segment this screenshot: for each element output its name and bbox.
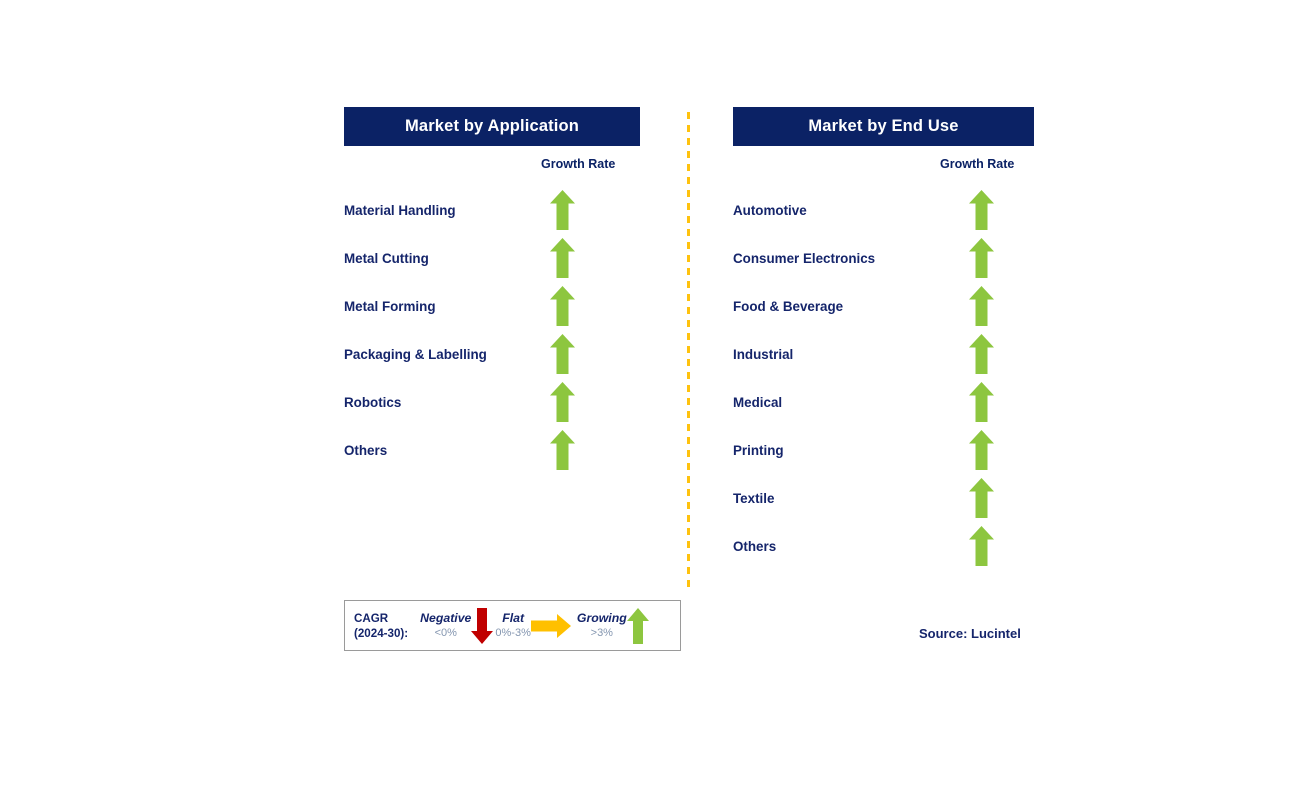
legend-value: 0%-3% (495, 626, 531, 639)
arrow-up-icon (968, 478, 994, 518)
row-label: Robotics (344, 394, 402, 410)
panel-title-market-by-application: Market by Application (344, 107, 640, 146)
arrow-up-icon (549, 238, 575, 278)
cagr-legend: CAGR (2024-30): Negative <0% Flat 0%-3% (344, 600, 681, 651)
arrow-up-icon (968, 190, 994, 230)
arrow-down-icon (471, 607, 494, 644)
list-item[interactable]: Metal Cutting (344, 234, 640, 282)
row-label: Industrial (733, 346, 794, 362)
growth-indicator-cell (534, 430, 590, 470)
arrow-up-icon (968, 334, 994, 374)
legend-title-line2: (2024-30): (354, 626, 409, 640)
arrow-up-icon (968, 286, 994, 326)
legend-title-line1: CAGR (354, 611, 389, 625)
row-label: Medical (733, 394, 783, 410)
legend-growing-text: Growing >3% (577, 611, 627, 641)
growth-indicator-cell (953, 286, 1009, 326)
growth-indicator-cell (953, 190, 1009, 230)
growth-indicator-cell (953, 382, 1009, 422)
growth-indicator-cell (534, 190, 590, 230)
row-label: Textile (733, 490, 775, 506)
end-use-rows-list: Automotive Consumer Electronics Food & B… (733, 186, 1034, 570)
source-note: Source: Lucintel (919, 626, 1021, 641)
growth-indicator-cell (534, 334, 590, 374)
vertical-dashed-divider (687, 112, 690, 588)
row-label: Others (733, 538, 777, 554)
row-label: Metal Forming (344, 298, 436, 314)
legend-item-flat: Flat 0%-3% (495, 611, 571, 641)
arrow-up-icon (626, 607, 649, 644)
arrow-right-icon (530, 613, 571, 638)
panel-title-market-by-end-use: Market by End Use (733, 107, 1034, 146)
row-label: Others (344, 442, 388, 458)
list-item[interactable]: Robotics (344, 378, 640, 426)
legend-value: >3% (590, 626, 613, 639)
legend-label: Negative (420, 610, 472, 625)
arrow-up-icon (549, 430, 575, 470)
growth-indicator-cell (953, 334, 1009, 374)
list-item[interactable]: Food & Beverage (733, 282, 1034, 330)
list-item[interactable]: Printing (733, 426, 1034, 474)
list-item[interactable]: Medical (733, 378, 1034, 426)
legend-negative-text: Negative <0% (420, 611, 471, 641)
growth-indicator-cell (534, 238, 590, 278)
list-item[interactable]: Others (733, 522, 1034, 570)
infographic-canvas: Market by Application Growth Rate Materi… (0, 0, 1304, 799)
legend-item-growing: Growing >3% (577, 607, 649, 644)
row-label: Consumer Electronics (733, 250, 876, 266)
list-item[interactable]: Industrial (733, 330, 1034, 378)
row-label: Automotive (733, 202, 807, 218)
growth-indicator-cell (953, 238, 1009, 278)
list-item[interactable]: Automotive (733, 186, 1034, 234)
arrow-up-icon (549, 382, 575, 422)
arrow-up-icon (549, 334, 575, 374)
growth-indicator-cell (953, 430, 1009, 470)
row-label: Metal Cutting (344, 250, 429, 266)
legend-growing-icon-cell (626, 607, 649, 644)
list-item[interactable]: Others (344, 426, 640, 474)
growth-indicator-cell (534, 286, 590, 326)
legend-flat-icon-cell (530, 613, 571, 638)
growth-indicator-cell (953, 478, 1009, 518)
legend-item-negative: Negative <0% (420, 607, 494, 644)
growth-rate-column-header-left: Growth Rate (541, 157, 616, 171)
row-label: Food & Beverage (733, 298, 844, 314)
legend-flat-text: Flat 0%-3% (495, 611, 530, 641)
list-item[interactable]: Packaging & Labelling (344, 330, 640, 378)
arrow-up-icon (549, 190, 575, 230)
legend-title: CAGR (2024-30): (354, 611, 408, 641)
arrow-up-icon (968, 382, 994, 422)
arrow-up-icon (549, 286, 575, 326)
growth-indicator-cell (534, 382, 590, 422)
growth-indicator-cell (953, 526, 1009, 566)
row-label: Packaging & Labelling (344, 346, 487, 362)
legend-label: Flat (502, 610, 525, 625)
list-item[interactable]: Metal Forming (344, 282, 640, 330)
list-item[interactable]: Textile (733, 474, 1034, 522)
arrow-up-icon (968, 526, 994, 566)
arrow-up-icon (968, 238, 994, 278)
row-label: Printing (733, 442, 784, 458)
legend-value: <0% (434, 626, 457, 639)
legend-negative-icon-cell (471, 607, 494, 644)
row-label: Material Handling (344, 202, 456, 218)
legend-label: Growing (576, 610, 627, 625)
growth-rate-column-header-right: Growth Rate (940, 157, 1015, 171)
application-rows-list: Material Handling Metal Cutting Metal Fo… (344, 186, 640, 474)
list-item[interactable]: Consumer Electronics (733, 234, 1034, 282)
arrow-up-icon (968, 430, 994, 470)
list-item[interactable]: Material Handling (344, 186, 640, 234)
